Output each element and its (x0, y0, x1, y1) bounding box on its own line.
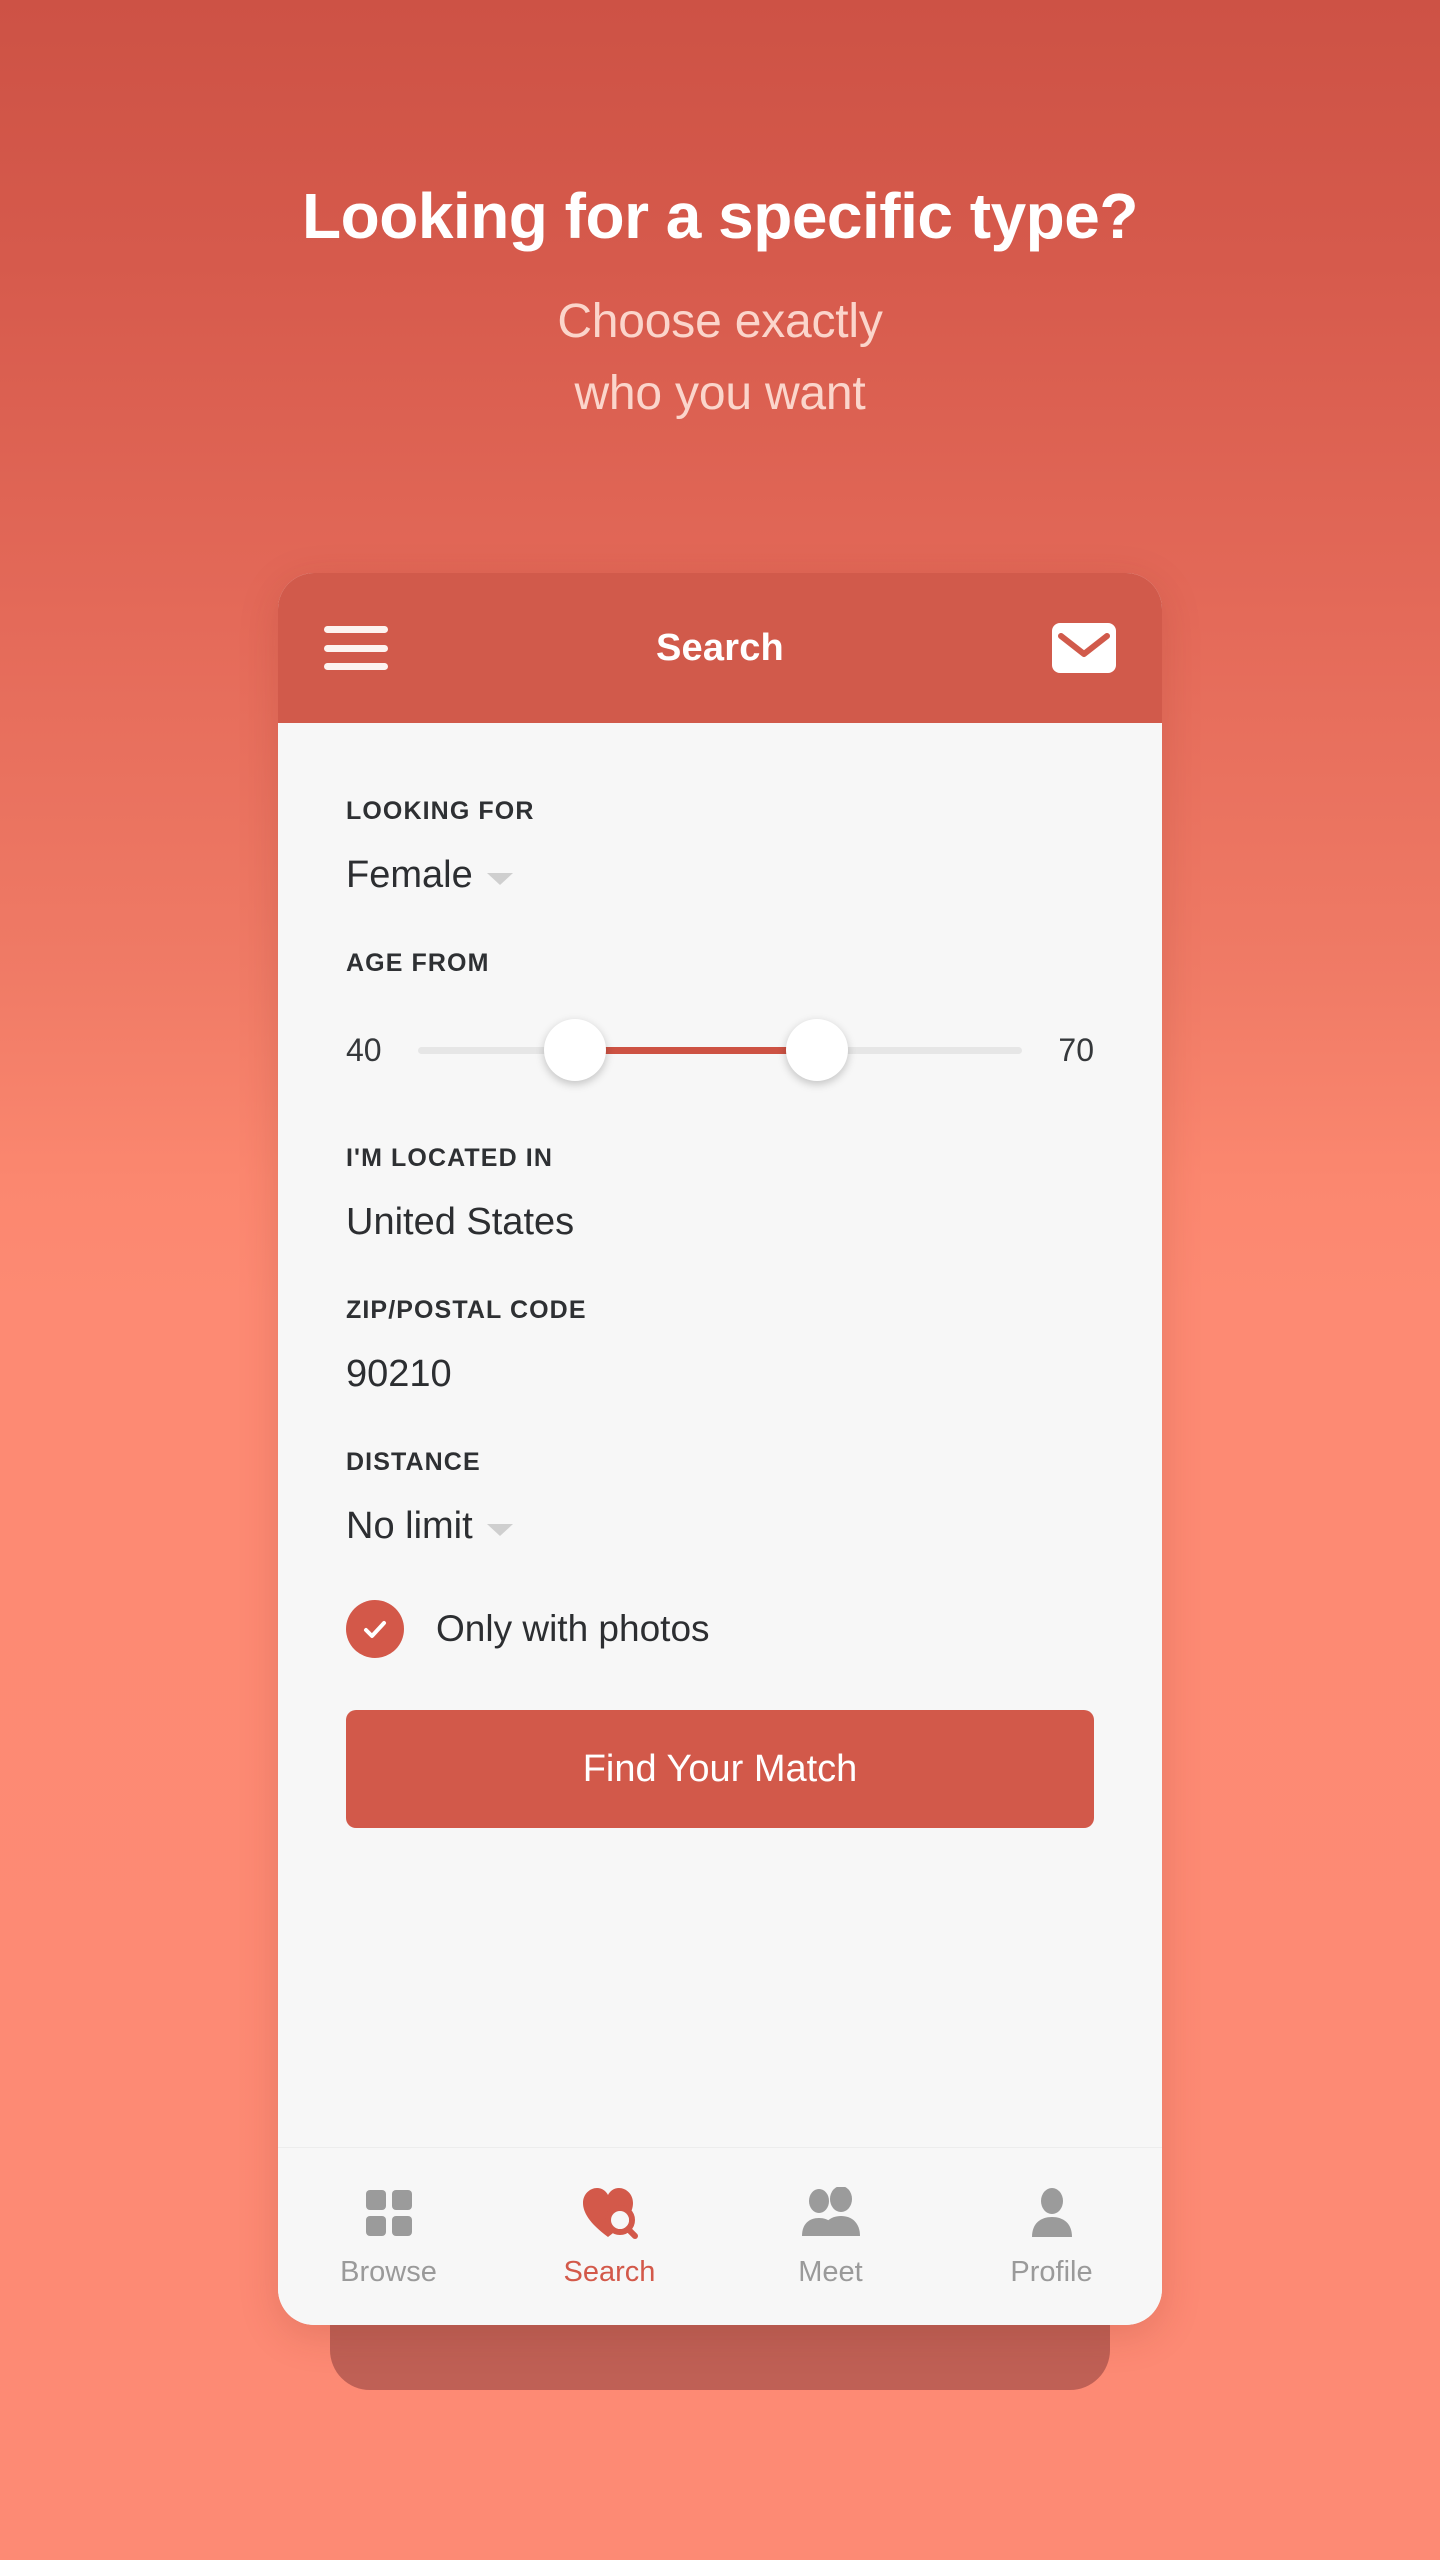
field-age-from-label: AGE FROM (346, 949, 490, 977)
zip-code-input[interactable]: 90210 (346, 1353, 1094, 1396)
tab-search-label: Search (563, 2256, 656, 2288)
field-located-in: I'M LOCATED IN United States (346, 1144, 1094, 1244)
slider-handle-high[interactable] (785, 1019, 848, 1081)
only-with-photos-label: Only with photos (436, 1608, 710, 1649)
chevron-down-icon (486, 1523, 513, 1536)
tab-meet-label: Meet (798, 2256, 863, 2288)
zip-code-value: 90210 (346, 1353, 452, 1395)
slider-active-range (575, 1046, 817, 1054)
grid-icon (363, 2184, 415, 2242)
search-form: LOOKING FOR Female AGE FROM 40 70 I'M LO… (278, 723, 1162, 1828)
tab-browse[interactable]: Browse (278, 2184, 499, 2289)
located-in-value: United States (346, 1201, 575, 1243)
find-your-match-button[interactable]: Find Your Match (346, 1710, 1094, 1828)
age-min-label: 40 (346, 1031, 382, 1068)
hero-subtitle-line-2: who you want (574, 367, 866, 420)
hero-subtitle-line-1: Choose exactly (557, 295, 883, 348)
tab-profile[interactable]: Profile (941, 2184, 1162, 2289)
age-range-slider[interactable]: 40 70 (346, 1008, 1094, 1092)
envelope-icon[interactable] (1052, 623, 1116, 673)
slider-handle-low[interactable] (544, 1019, 607, 1081)
field-distance: DISTANCE No limit (346, 1448, 1094, 1548)
field-located-in-label: I'M LOCATED IN (346, 1144, 553, 1172)
tab-search[interactable]: Search (499, 2184, 720, 2289)
hero-subtitle: Choose exactly who you want (0, 286, 1440, 430)
people-icon (800, 2184, 862, 2242)
field-looking-for: LOOKING FOR Female (346, 797, 1094, 897)
app-header: Search (278, 573, 1162, 723)
app-header-title: Search (656, 626, 784, 669)
distance-value: No limit (346, 1505, 473, 1547)
located-in-input[interactable]: United States (346, 1201, 1094, 1244)
slider-track[interactable] (418, 1019, 1022, 1081)
heart-search-icon (581, 2184, 639, 2242)
looking-for-select[interactable]: Female (346, 854, 1094, 897)
tab-profile-label: Profile (1010, 2256, 1093, 2288)
field-zip-code-label: ZIP/POSTAL CODE (346, 1296, 587, 1324)
tab-meet[interactable]: Meet (720, 2184, 941, 2289)
chevron-down-icon (486, 872, 513, 885)
field-zip-code: ZIP/POSTAL CODE 90210 (346, 1296, 1094, 1396)
person-icon (1028, 2184, 1076, 2242)
distance-select[interactable]: No limit (346, 1505, 1094, 1548)
hamburger-icon[interactable] (324, 626, 388, 670)
hero-title: Looking for a specific type? (302, 180, 1138, 252)
bottom-nav: Browse Search Meet Profile (278, 2147, 1162, 2325)
hero-section: Looking for a specific type? Choose exac… (0, 0, 1440, 430)
field-age-from: AGE FROM 40 70 (346, 949, 1094, 1092)
field-looking-for-label: LOOKING FOR (346, 797, 535, 825)
tab-browse-label: Browse (340, 2256, 437, 2288)
looking-for-value: Female (346, 854, 473, 896)
phone-mockup: Search LOOKING FOR Female AGE FROM 40 70… (278, 573, 1162, 2325)
age-max-label: 70 (1058, 1031, 1094, 1068)
only-with-photos-row[interactable]: Only with photos (346, 1600, 1094, 1658)
only-with-photos-checkbox[interactable] (346, 1600, 404, 1658)
field-distance-label: DISTANCE (346, 1448, 481, 1476)
